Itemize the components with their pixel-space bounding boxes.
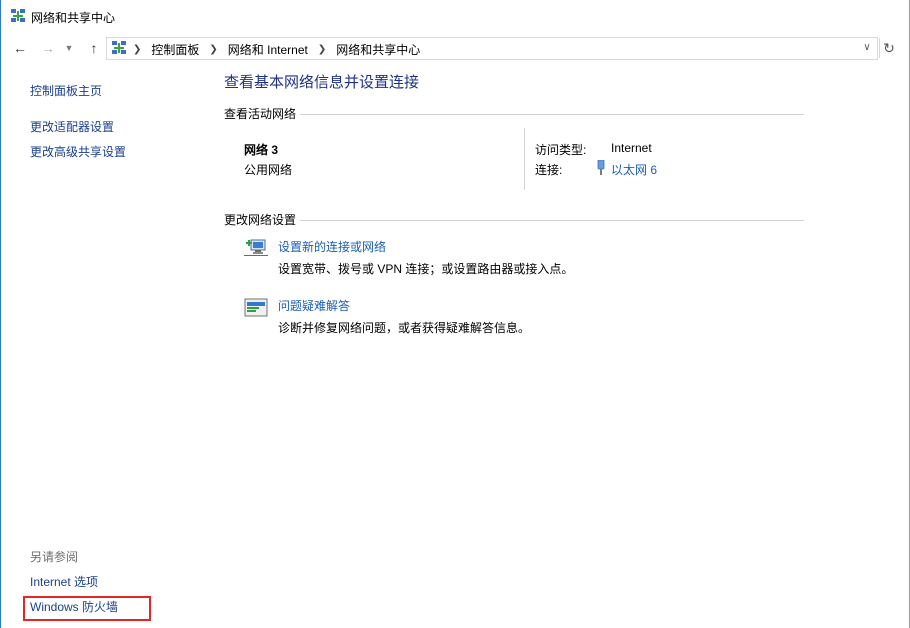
- see-also-heading: 另请参阅: [30, 550, 79, 564]
- breadcrumb-control-panel[interactable]: 控制面板: [151, 41, 199, 58]
- breadcrumb-network-internet[interactable]: 网络和 Internet: [228, 41, 308, 58]
- network-divider: [524, 128, 525, 190]
- breadcrumb-chevron-icon[interactable]: ❯: [318, 44, 326, 55]
- connection-label: 连接:: [535, 163, 563, 177]
- setup-new-connection-link[interactable]: 设置新的连接或网络: [278, 238, 386, 255]
- new-connection-icon: [244, 239, 268, 256]
- ethernet-connection-link[interactable]: 以太网 6: [611, 161, 657, 178]
- control-panel-icon: [112, 41, 126, 54]
- access-type-value: Internet: [611, 141, 652, 155]
- window-title: 网络和共享中心: [31, 11, 116, 25]
- section-divider: [300, 114, 804, 115]
- network-center-icon: [11, 9, 25, 22]
- address-dropdown-chevron-icon[interactable]: ∨: [861, 39, 873, 57]
- title-bar: 网络和共享中心: [1, 0, 909, 34]
- address-bar[interactable]: ❯ 控制面板 ❯ 网络和 Internet ❯ 网络和共享中心 ∨: [106, 37, 878, 60]
- active-networks-heading: 查看活动网络: [224, 105, 301, 122]
- back-arrow-icon[interactable]: ←: [10, 38, 30, 58]
- troubleshoot-problems-description: 诊断并修复网络问题，或者获得疑难解答信息。: [278, 321, 531, 335]
- breadcrumb: ❯ 控制面板 ❯ 网络和 Internet ❯ 网络和共享中心: [133, 41, 420, 58]
- refresh-icon[interactable]: ↻: [879, 38, 898, 58]
- troubleshoot-icon: [244, 298, 268, 317]
- troubleshoot-problems-link[interactable]: 问题疑难解答: [278, 297, 350, 314]
- network-category-link[interactable]: 公用网络: [244, 161, 292, 178]
- ethernet-icon: [597, 160, 605, 175]
- breadcrumb-chevron-icon[interactable]: ❯: [209, 44, 217, 55]
- recent-locations-chevron-icon[interactable]: ▼: [63, 38, 75, 58]
- change-advanced-sharing-link[interactable]: 更改高级共享设置: [30, 143, 126, 160]
- change-settings-heading: 更改网络设置: [224, 211, 301, 228]
- breadcrumb-chevron-icon[interactable]: ❯: [133, 44, 141, 55]
- up-arrow-icon[interactable]: ↑: [84, 38, 104, 58]
- network-name: 网络 3: [244, 143, 279, 157]
- page-title: 查看基本网络信息并设置连接: [224, 74, 420, 91]
- control-panel-home-link[interactable]: 控制面板主页: [30, 82, 102, 99]
- internet-options-link[interactable]: Internet 选项: [30, 573, 98, 590]
- access-type-label: 访问类型:: [535, 143, 587, 157]
- section-divider: [300, 220, 804, 221]
- highlight-annotation: [23, 596, 151, 621]
- change-adapter-settings-link[interactable]: 更改适配器设置: [30, 118, 114, 135]
- setup-new-connection-description: 设置宽带、拨号或 VPN 连接；或设置路由器或接入点。: [278, 262, 574, 276]
- breadcrumb-network-sharing-center[interactable]: 网络和共享中心: [336, 41, 420, 58]
- forward-arrow-icon[interactable]: →: [38, 38, 58, 58]
- window-border-left: [0, 0, 1, 628]
